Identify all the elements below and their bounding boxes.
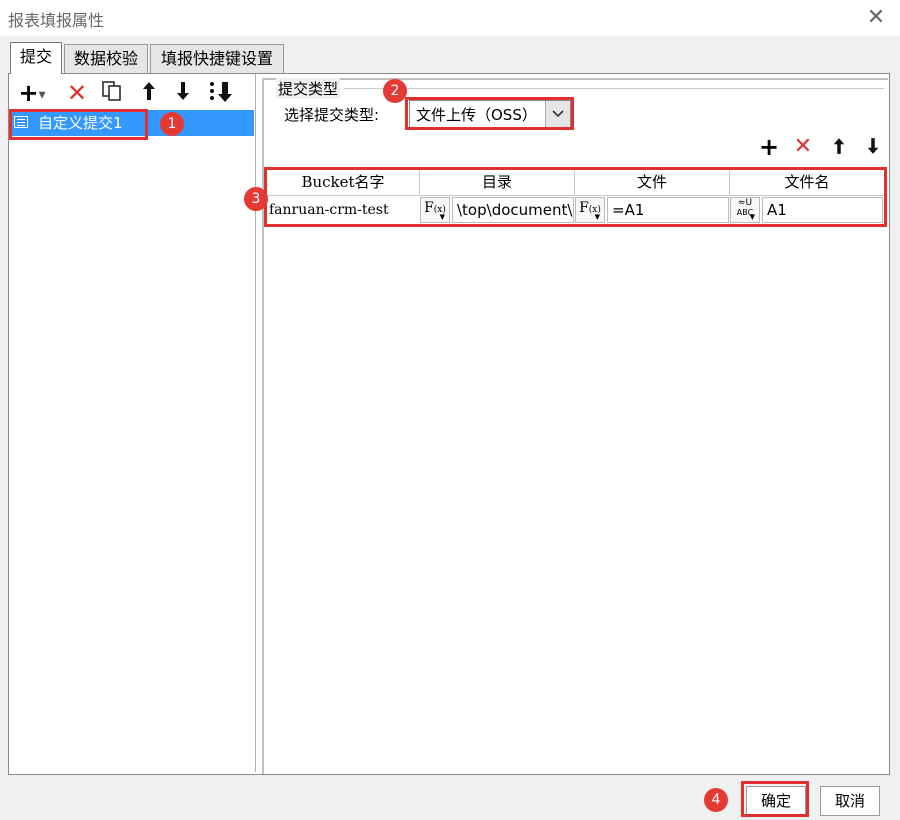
add-dropdown-icon[interactable]: +▼ xyxy=(16,80,48,106)
tab-data-validation[interactable]: 数据校验 xyxy=(64,44,148,73)
highlight-box-1 xyxy=(9,109,148,140)
title-bar xyxy=(0,0,900,36)
highlight-box-2 xyxy=(405,97,574,130)
submission-list-pane xyxy=(8,74,256,772)
highlight-box-4 xyxy=(741,781,809,817)
callout-badge-3: 3 xyxy=(244,187,268,211)
tab-submit[interactable]: 提交 xyxy=(10,42,62,74)
submit-type-section-title: 提交类型 xyxy=(276,78,341,99)
delete-icon[interactable]: ✕ xyxy=(64,80,90,106)
highlight-box-3 xyxy=(264,167,887,227)
submit-type-label: 选择提交类型: xyxy=(284,106,380,124)
callout-badge-1: 1 xyxy=(160,112,184,136)
section-divider xyxy=(344,88,884,89)
callout-badge-4: 4 xyxy=(704,788,728,812)
copy-icon[interactable] xyxy=(98,80,126,106)
close-icon[interactable]: ✕ xyxy=(862,4,890,32)
tab-shortcut-settings[interactable]: 填报快捷键设置 xyxy=(150,44,284,73)
delete-row-icon[interactable]: ✕ xyxy=(792,136,814,158)
callout-badge-2: 2 xyxy=(383,79,407,103)
move-up-icon[interactable] xyxy=(136,80,162,106)
move-down-icon[interactable] xyxy=(170,80,196,106)
row-up-icon[interactable] xyxy=(828,136,850,158)
add-row-icon[interactable]: + xyxy=(758,135,780,159)
window-title: 报表填报属性 xyxy=(8,11,105,30)
move-bottom-icon[interactable] xyxy=(206,80,236,106)
row-down-icon[interactable] xyxy=(862,136,884,158)
cancel-button[interactable]: 取消 xyxy=(820,786,880,816)
